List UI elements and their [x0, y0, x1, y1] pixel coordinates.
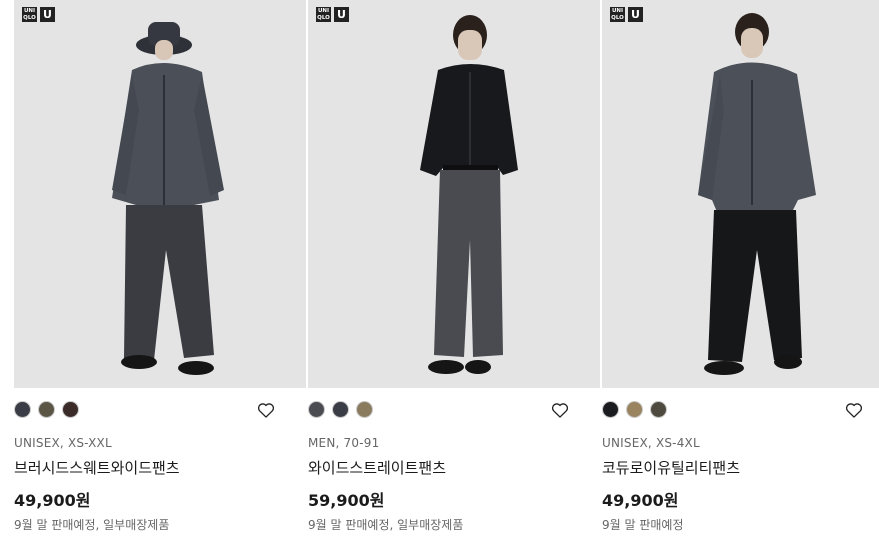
- product-price: 59,900원: [308, 491, 385, 510]
- product-image[interactable]: UNI QLO U: [602, 0, 879, 388]
- product-card[interactable]: UNI QLO U UNISEX, XS-4XL 코듀로이유틸리티팬츠 49,9…: [602, 0, 879, 543]
- color-swatch[interactable]: [626, 401, 643, 418]
- availability-note: 9월 말 판매예정, 일부매장제품: [308, 518, 464, 532]
- product-image[interactable]: UNI QLO U: [14, 0, 306, 388]
- availability-note: 9월 말 판매예정, 일부매장제품: [14, 518, 170, 532]
- product-card[interactable]: UNI QLO U UNISEX, XS-XXL 브러시드스웨트와이드팬츠 49…: [14, 0, 306, 543]
- uniqlo-u-logo: UNI QLO U: [316, 7, 349, 22]
- color-swatches: [602, 401, 667, 418]
- product-price: 49,900원: [14, 491, 91, 510]
- uniqlo-u-logo: UNI QLO U: [610, 7, 643, 22]
- color-swatch[interactable]: [356, 401, 373, 418]
- color-swatch[interactable]: [14, 401, 31, 418]
- color-swatches: [14, 401, 79, 418]
- heart-icon[interactable]: [256, 400, 276, 420]
- model-photo: [420, 15, 518, 374]
- model-photo: [112, 22, 224, 375]
- u-badge-icon: U: [628, 7, 643, 22]
- u-badge-icon: U: [40, 7, 55, 22]
- product-name[interactable]: 와이드스트레이트팬츠: [308, 457, 446, 478]
- color-swatch[interactable]: [62, 401, 79, 418]
- product-grid: UNI QLO U UNISEX, XS-XXL 브러시드스웨트와이드팬츠 49…: [0, 0, 879, 543]
- color-swatch[interactable]: [650, 401, 667, 418]
- product-image[interactable]: UNI QLO U: [308, 0, 600, 388]
- model-photo: [698, 13, 816, 375]
- color-swatch[interactable]: [38, 401, 55, 418]
- product-name[interactable]: 코듀로이유틸리티팬츠: [602, 457, 740, 478]
- heart-icon[interactable]: [550, 400, 570, 420]
- product-name[interactable]: 브러시드스웨트와이드팬츠: [14, 457, 180, 478]
- uniqlo-logo-icon: UNI QLO: [22, 7, 37, 22]
- product-meta: UNISEX, XS-4XL: [602, 436, 700, 450]
- uniqlo-logo-icon: UNI QLO: [610, 7, 625, 22]
- product-meta: UNISEX, XS-XXL: [14, 436, 112, 450]
- product-meta: MEN, 70-91: [308, 436, 380, 450]
- product-price: 49,900원: [602, 491, 679, 510]
- uniqlo-u-logo: UNI QLO U: [22, 7, 55, 22]
- color-swatch[interactable]: [308, 401, 325, 418]
- uniqlo-logo-icon: UNI QLO: [316, 7, 331, 22]
- heart-icon[interactable]: [844, 400, 864, 420]
- availability-note: 9월 말 판매예정: [602, 518, 684, 532]
- u-badge-icon: U: [334, 7, 349, 22]
- color-swatch[interactable]: [602, 401, 619, 418]
- color-swatch[interactable]: [332, 401, 349, 418]
- product-card[interactable]: UNI QLO U MEN, 70-91 와이드스트레이트팬츠 59,900원 …: [308, 0, 600, 543]
- color-swatches: [308, 401, 373, 418]
